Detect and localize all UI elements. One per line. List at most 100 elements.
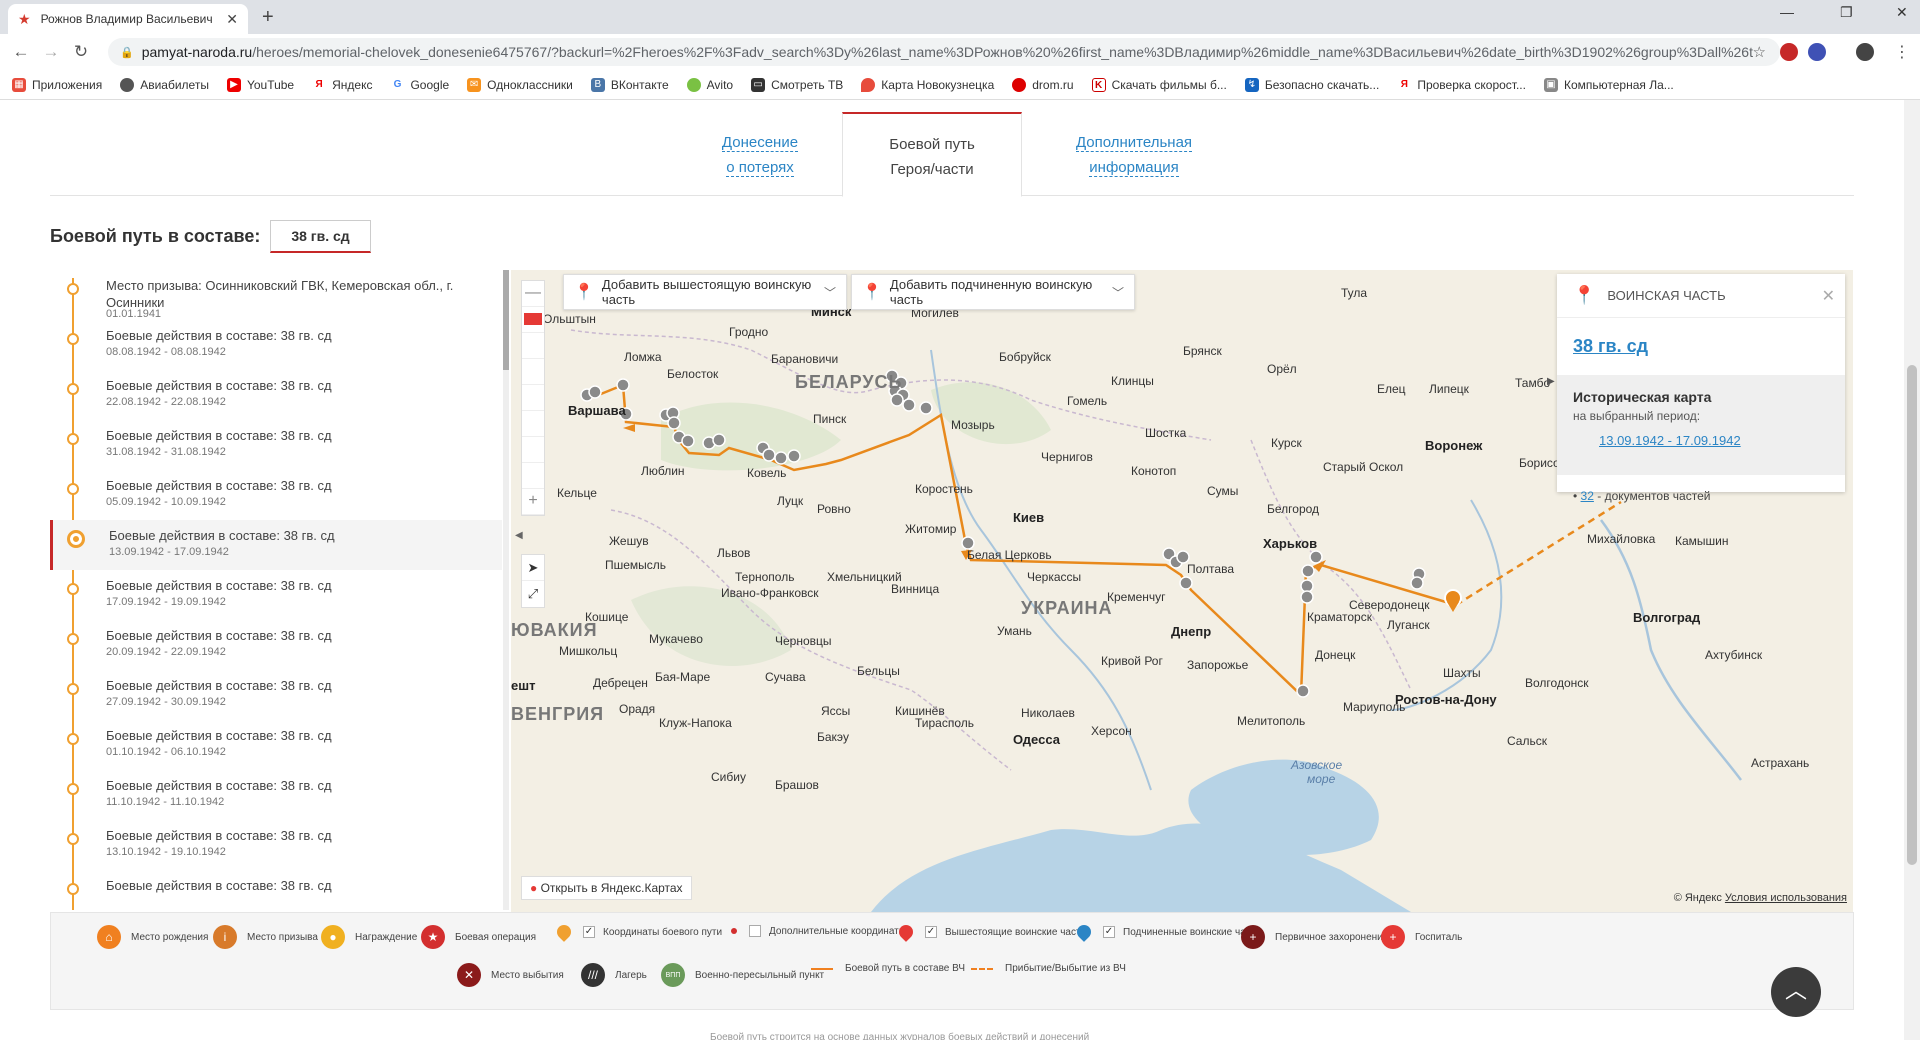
bookmark-drom[interactable]: drom.ru — [1012, 77, 1074, 92]
page-scrollbar[interactable] — [1904, 100, 1920, 1040]
map-marker-icon[interactable] — [890, 393, 904, 407]
timeline-item[interactable]: Боевые действия в составе: 38 гв. сд 13.0… — [50, 520, 502, 570]
map-marker-icon[interactable] — [774, 451, 788, 465]
reload-icon[interactable]: ↻ — [66, 42, 96, 62]
geolocation-icon[interactable]: ➤ — [522, 555, 544, 581]
timeline-item[interactable]: Боевые действия в составе: 38 гв. сд 01.1… — [50, 720, 502, 770]
map-city-label: Одесса — [1013, 732, 1060, 747]
superior-unit-dropdown[interactable]: 📍 Добавить вышестоящую воинскую часть ﹀ — [563, 274, 847, 310]
map-marker-icon[interactable] — [588, 385, 602, 399]
back-arrow-icon[interactable]: ← — [6, 42, 36, 62]
profile-avatar-icon[interactable] — [1856, 43, 1874, 61]
bookmark-vkontakte[interactable]: В ВКонтакте — [590, 77, 669, 92]
timeline-item[interactable]: Боевые действия в составе: 38 гв. сд 17.0… — [50, 570, 502, 620]
map-marker-icon[interactable] — [919, 401, 933, 415]
map-marker-icon[interactable] — [1179, 576, 1193, 590]
timeline-scroll-thumb[interactable] — [503, 270, 509, 370]
legend-checkbox[interactable]: ✓ — [583, 926, 595, 938]
timeline-item[interactable]: Боевые действия в составе: 38 гв. сд 13.1… — [50, 820, 502, 870]
subordinate-unit-dropdown[interactable]: 📍 Добавить подчиненную воинскую часть ﹀ — [851, 274, 1135, 310]
tab-combat-path[interactable]: Боевой путь Героя/части — [842, 112, 1022, 197]
map-city-label: Михайловка — [1587, 532, 1656, 546]
bookmark-computer[interactable]: ▣ Компьютерная Ла... — [1543, 77, 1674, 92]
layer-red-button[interactable] — [522, 307, 544, 333]
timeline-item[interactable]: Боевые действия в составе: 38 гв. сд 22.0… — [50, 370, 502, 420]
bookmark-avito[interactable]: Avito — [686, 77, 733, 92]
timeline-item[interactable]: Боевые действия в составе: 38 гв. сд — [50, 870, 502, 910]
map-marker-icon[interactable] — [787, 449, 801, 463]
zoom-step[interactable] — [522, 437, 544, 463]
zoom-out-button[interactable]: — — [522, 281, 544, 307]
bookmark-google[interactable]: G Google — [390, 77, 449, 92]
timeline-dot-icon — [67, 283, 79, 295]
hist-period-link[interactable]: 13.09.1942 - 17.09.1942 — [1573, 433, 1829, 448]
address-bar[interactable]: 🔒 pamyat-naroda.ru/heroes/memorial-chelo… — [108, 38, 1780, 66]
legend-checkbox[interactable]: ✓ — [925, 926, 937, 938]
browser-tab[interactable]: ★ Рожнов Владимир Васильевич ✕ — [8, 4, 248, 34]
page-scroll-thumb[interactable] — [1907, 365, 1917, 865]
bookmark-speedtest[interactable]: Я Проверка скорост... — [1397, 77, 1526, 92]
timeline-item[interactable]: Боевые действия в составе: 38 гв. сд 05.0… — [50, 470, 502, 520]
map-marker-icon[interactable] — [1296, 684, 1310, 698]
bookmark-yandex[interactable]: Я Яндекс — [312, 77, 372, 92]
maximize-icon[interactable]: ❐ — [1840, 4, 1853, 21]
bookmark-films[interactable]: K Скачать фильмы б... — [1091, 77, 1227, 92]
map-marker-icon[interactable] — [1300, 579, 1314, 593]
terms-link[interactable]: Условия использования — [1725, 892, 1847, 904]
zoom-step[interactable] — [522, 333, 544, 359]
bookmark-tv[interactable]: ▭ Смотреть ТВ — [751, 77, 843, 92]
map-view[interactable]: Минск Могилёв Ольштын Гродно Брянск Тула Ломжа… — [511, 270, 1853, 912]
collapse-left-icon[interactable]: ◀ — [515, 530, 523, 541]
map-marker-icon[interactable] — [616, 378, 630, 392]
open-yandex-maps-button[interactable]: ● Открыть в Яндекс.Картах — [521, 876, 692, 900]
zoom-in-button[interactable]: + — [522, 489, 544, 515]
extension-icon[interactable] — [1808, 43, 1826, 61]
map-marker-icon[interactable] — [902, 398, 916, 412]
zoom-step[interactable] — [522, 359, 544, 385]
timeline-item[interactable]: Боевые действия в составе: 38 гв. сд 31.0… — [50, 420, 502, 470]
fullscreen-icon[interactable]: ⤢ — [522, 581, 544, 607]
map-marker-icon[interactable] — [667, 416, 681, 430]
zoom-step[interactable] — [522, 411, 544, 437]
bookmark-youtube[interactable]: ▶ YouTube — [226, 77, 294, 92]
close-tab-icon[interactable]: ✕ — [226, 11, 238, 28]
map-marker-icon[interactable] — [681, 434, 695, 448]
bookmark-odnoklassniki[interactable]: ✉ Одноклассники — [467, 77, 573, 92]
bookmark-aviabilety[interactable]: Авиабилеты — [120, 77, 209, 92]
map-marker-icon[interactable] — [762, 448, 776, 462]
timeline-item[interactable]: Боевые действия в составе: 38 гв. сд 27.0… — [50, 670, 502, 720]
close-window-icon[interactable]: ✕ — [1896, 4, 1908, 21]
unit-link[interactable]: 38 гв. сд — [1573, 336, 1648, 356]
bookmark-apps[interactable]: ▦ Приложения — [12, 77, 102, 92]
bookmark-map[interactable]: Карта Новокузнецка — [861, 77, 994, 92]
menu-kebab-icon[interactable]: ⋮ — [1894, 42, 1910, 62]
adblock-extension-icon[interactable] — [1780, 43, 1798, 61]
tab-loss-report[interactable]: Донесение о потерях — [670, 112, 850, 196]
forward-arrow-icon[interactable]: → — [36, 42, 66, 62]
legend-checkbox[interactable]: ✓ — [1103, 926, 1115, 938]
minimize-icon[interactable]: — — [1780, 4, 1794, 20]
bookmark-download[interactable]: ↯ Безопасно скачать... — [1244, 77, 1379, 92]
timeline-item[interactable]: Боевые действия в составе: 38 гв. сд 11.1… — [50, 770, 502, 820]
map-marker-icon[interactable] — [1410, 576, 1424, 590]
close-icon[interactable]: ✕ — [1822, 286, 1835, 306]
expand-right-icon[interactable]: ▶ — [1547, 376, 1555, 387]
timeline-scrollbar[interactable] — [503, 270, 509, 910]
docs-count-link[interactable]: 32 — [1581, 489, 1594, 503]
timeline-item[interactable]: Боевые действия в составе: 38 гв. сд 20.0… — [50, 620, 502, 670]
map-marker-icon[interactable] — [1300, 590, 1314, 604]
zoom-step[interactable] — [522, 463, 544, 489]
tab-additional-info[interactable]: Дополнительная информация — [1044, 112, 1224, 196]
map-marker-icon[interactable] — [1309, 550, 1323, 564]
zoom-step[interactable] — [522, 385, 544, 411]
scroll-up-button[interactable]: ︿ — [1771, 967, 1821, 1017]
legend-checkbox[interactable] — [749, 925, 761, 937]
bookmark-star-icon[interactable]: ☆ — [1753, 43, 1766, 61]
timeline-item[interactable]: Место призыва: Осинниковский ГВК, Кемеро… — [50, 270, 502, 320]
timeline-item[interactable]: Боевые действия в составе: 38 гв. сд 08.0… — [50, 320, 502, 370]
map-marker-icon[interactable] — [712, 433, 726, 447]
map-marker-icon[interactable] — [1301, 564, 1315, 578]
new-tab-button[interactable]: + — [262, 6, 274, 29]
map-city-label: Орадя — [619, 702, 656, 716]
unit-selector[interactable]: 38 гв. сд — [270, 220, 371, 253]
